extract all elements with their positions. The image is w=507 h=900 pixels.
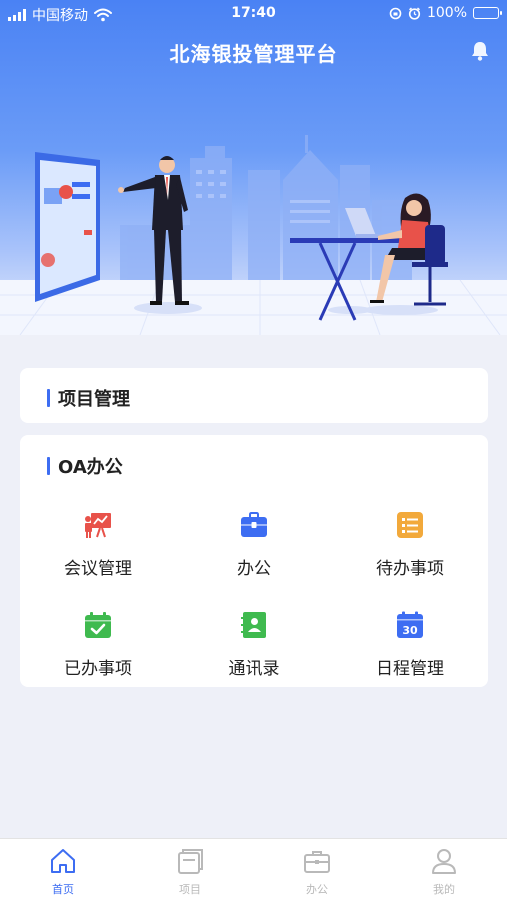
home-icon [51,849,75,873]
meeting-presentation-icon [85,513,111,538]
oa-item-done[interactable]: 已办事项 [38,610,158,679]
orientation-lock-icon [389,7,402,19]
calendar-check-icon [85,612,111,638]
section-title-project: 项目管理 [47,385,130,411]
oa-item-contacts[interactable]: 通讯录 [194,610,314,679]
calendar-day-number: 30 [402,624,418,637]
tab-label: 首页 [52,883,74,896]
oa-item-office[interactable]: 办公 [194,510,314,579]
contacts-book-icon [241,612,266,638]
tab-me[interactable]: 我的 [404,847,484,897]
oa-item-schedule[interactable]: 30 日程管理 [350,610,470,679]
oa-item-label: 会议管理 [64,559,132,579]
status-bar: 中国移动 17:40 100% [0,0,507,28]
tab-project[interactable]: 项目 [150,847,230,897]
battery-percent: 100% [426,5,467,21]
oa-item-todo[interactable]: 待办事项 [350,510,470,579]
oa-item-label: 通讯录 [228,659,280,679]
todo-list-icon [397,512,423,538]
project-management-card[interactable]: 项目管理 [20,368,488,423]
office-illustration [0,135,507,335]
briefcase-icon [241,512,267,537]
oa-item-label: 日程管理 [376,659,444,679]
user-icon [432,849,456,874]
section-title-oa: OA办公 [47,453,123,479]
oa-card: OA办公 会议管理 办公 待办事项 已办事项 通讯录 30 日程管理 [20,435,488,687]
accent-bar [47,457,50,475]
bell-icon[interactable] [469,40,491,62]
bottom-tab-bar: 首页 项目 办公 我的 [0,838,507,900]
accent-bar [47,389,50,407]
tab-label: 项目 [179,883,201,896]
calendar-30-icon: 30 [397,611,423,638]
tab-label: 我的 [433,883,455,896]
page-title: 北海银投管理平台 [169,42,338,66]
tab-label: 办公 [306,883,328,896]
oa-item-label: 办公 [237,559,271,579]
oa-item-label: 已办事项 [64,659,132,679]
project-stack-icon [178,849,203,874]
hero-banner: 中国移动 17:40 100% 北海银投管理平台 [0,0,507,335]
alarm-icon [408,6,421,20]
tab-office[interactable]: 办公 [277,847,357,897]
briefcase-icon [304,851,330,873]
battery-icon [473,7,502,19]
oa-item-meeting[interactable]: 会议管理 [38,510,158,579]
oa-item-label: 待办事项 [376,559,444,579]
tab-home[interactable]: 首页 [23,847,103,897]
